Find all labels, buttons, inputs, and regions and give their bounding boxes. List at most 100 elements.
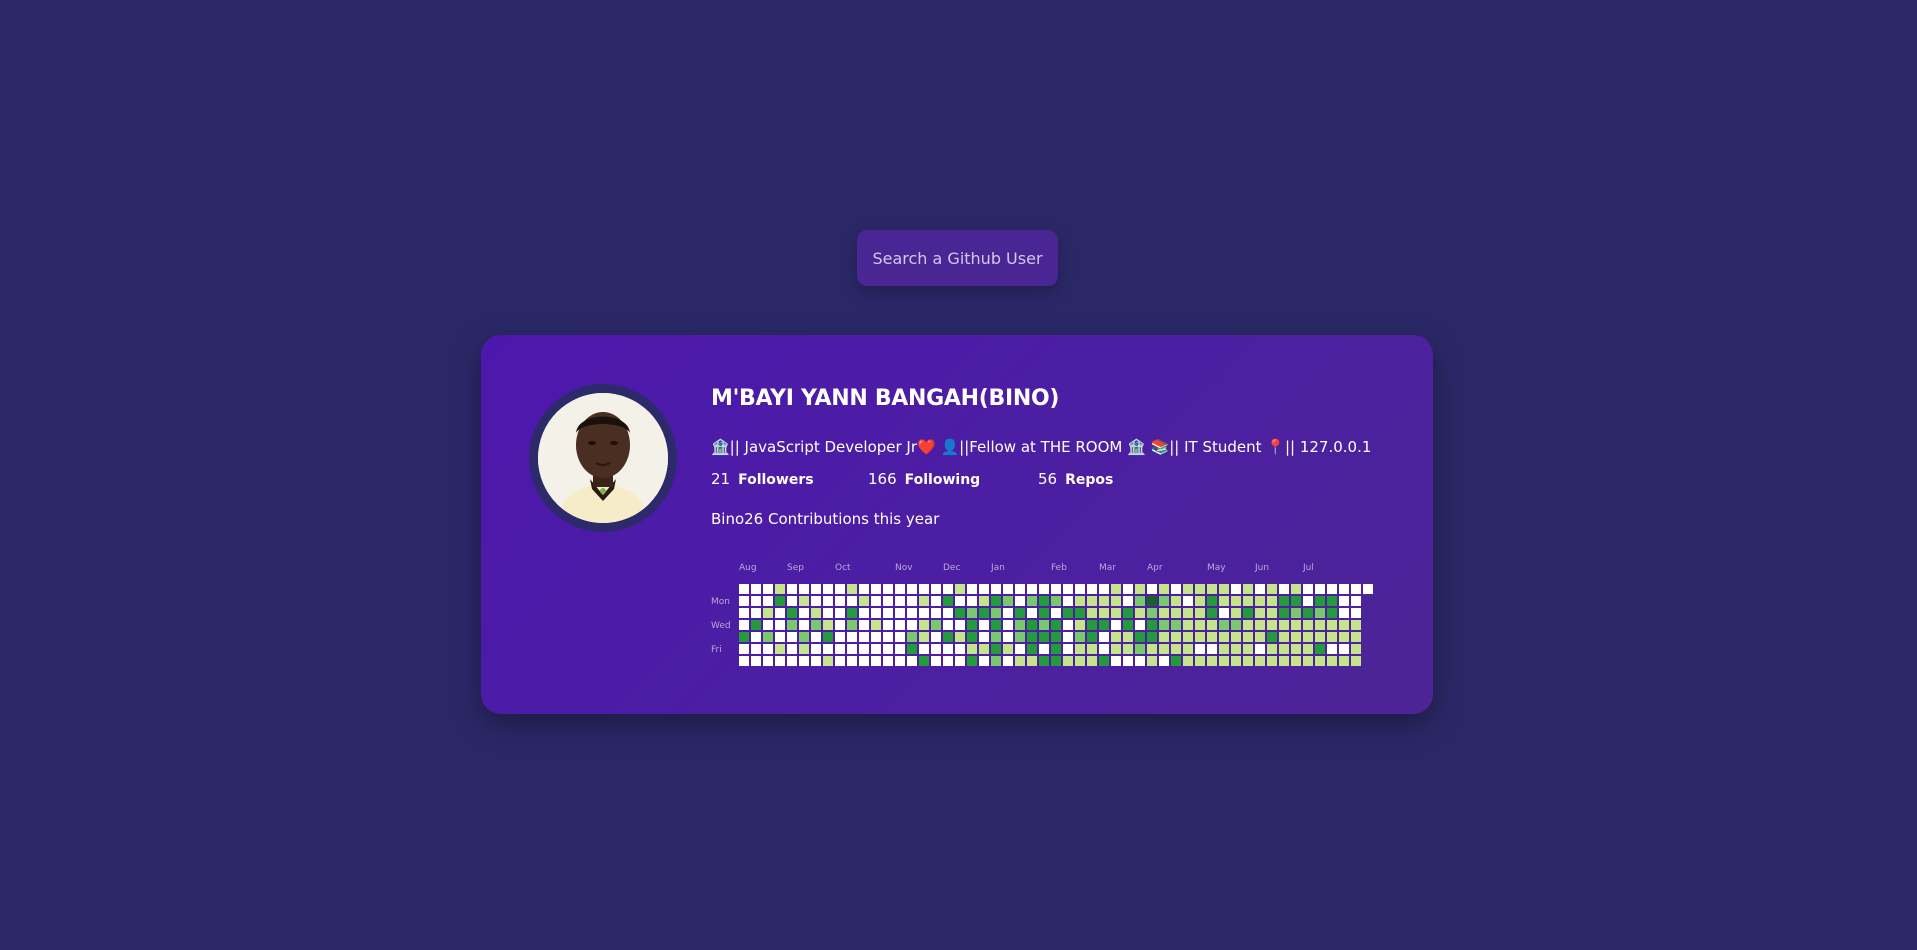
contribution-day-cell[interactable] [1327,608,1337,618]
contribution-day-cell[interactable] [799,608,809,618]
contribution-day-cell[interactable] [1195,584,1205,594]
contribution-day-cell[interactable] [943,656,953,666]
contribution-day-cell[interactable] [991,584,1001,594]
contribution-day-cell[interactable] [871,596,881,606]
contribution-day-cell[interactable] [1303,596,1313,606]
contribution-day-cell[interactable] [1147,584,1157,594]
contribution-day-cell[interactable] [1051,644,1061,654]
contribution-day-cell[interactable] [739,584,749,594]
contribution-day-cell[interactable] [1147,644,1157,654]
contribution-day-cell[interactable] [1267,632,1277,642]
contribution-day-cell[interactable] [1027,644,1037,654]
contribution-day-cell[interactable] [1327,632,1337,642]
contribution-day-cell[interactable] [859,656,869,666]
contribution-day-cell[interactable] [883,584,893,594]
contribution-day-cell[interactable] [1315,596,1325,606]
contribution-day-cell[interactable] [895,620,905,630]
contribution-day-cell[interactable] [1303,620,1313,630]
contribution-day-cell[interactable] [1171,644,1181,654]
contribution-day-cell[interactable] [1243,620,1253,630]
contribution-day-cell[interactable] [835,644,845,654]
contribution-day-cell[interactable] [1027,656,1037,666]
contribution-day-cell[interactable] [1339,608,1349,618]
contribution-day-cell[interactable] [1123,620,1133,630]
contribution-day-cell[interactable] [871,656,881,666]
contribution-day-cell[interactable] [1315,584,1325,594]
contribution-day-cell[interactable] [1159,608,1169,618]
contribution-day-cell[interactable] [1231,632,1241,642]
contribution-day-cell[interactable] [1075,644,1085,654]
contribution-day-cell[interactable] [847,620,857,630]
contribution-day-cell[interactable] [979,620,989,630]
contribution-day-cell[interactable] [1111,584,1121,594]
contribution-day-cell[interactable] [1279,584,1289,594]
contribution-day-cell[interactable] [955,656,965,666]
contribution-day-cell[interactable] [787,596,797,606]
contribution-day-cell[interactable] [1351,656,1361,666]
contribution-day-cell[interactable] [1075,608,1085,618]
contribution-day-cell[interactable] [1147,596,1157,606]
contribution-day-cell[interactable] [919,632,929,642]
contribution-day-cell[interactable] [967,596,977,606]
contribution-day-cell[interactable] [1195,632,1205,642]
contribution-day-cell[interactable] [967,620,977,630]
contribution-day-cell[interactable] [775,656,785,666]
contribution-day-cell[interactable] [799,644,809,654]
contribution-day-cell[interactable] [847,656,857,666]
contribution-day-cell[interactable] [1123,632,1133,642]
contribution-day-cell[interactable] [871,620,881,630]
contribution-day-cell[interactable] [979,644,989,654]
contribution-day-cell[interactable] [1291,644,1301,654]
contribution-day-cell[interactable] [751,608,761,618]
contribution-day-cell[interactable] [1183,644,1193,654]
contribution-day-cell[interactable] [1147,608,1157,618]
contribution-day-cell[interactable] [739,644,749,654]
contribution-day-cell[interactable] [799,584,809,594]
contribution-day-cell[interactable] [1327,620,1337,630]
contribution-day-cell[interactable] [943,644,953,654]
contribution-day-cell[interactable] [907,584,917,594]
contribution-day-cell[interactable] [1147,632,1157,642]
contribution-day-cell[interactable] [1015,620,1025,630]
contribution-day-cell[interactable] [1111,656,1121,666]
contribution-day-cell[interactable] [1183,608,1193,618]
contribution-day-cell[interactable] [1291,632,1301,642]
contribution-day-cell[interactable] [859,644,869,654]
contribution-day-cell[interactable] [1327,596,1337,606]
contribution-day-cell[interactable] [1003,584,1013,594]
contribution-day-cell[interactable] [967,656,977,666]
contribution-day-cell[interactable] [811,584,821,594]
contribution-day-cell[interactable] [1183,632,1193,642]
contribution-day-cell[interactable] [1315,656,1325,666]
contribution-day-cell[interactable] [907,608,917,618]
contribution-day-cell[interactable] [1063,644,1073,654]
contribution-day-cell[interactable] [1219,632,1229,642]
contribution-day-cell[interactable] [979,656,989,666]
contribution-day-cell[interactable] [1207,608,1217,618]
contribution-day-cell[interactable] [1087,596,1097,606]
contribution-day-cell[interactable] [1171,632,1181,642]
contribution-day-cell[interactable] [823,656,833,666]
contribution-day-cell[interactable] [1279,608,1289,618]
contribution-day-cell[interactable] [1243,632,1253,642]
contribution-day-cell[interactable] [1339,584,1349,594]
contribution-day-cell[interactable] [979,584,989,594]
contribution-day-cell[interactable] [1123,584,1133,594]
contribution-day-cell[interactable] [1195,620,1205,630]
contribution-day-cell[interactable] [1075,620,1085,630]
contribution-day-cell[interactable] [1135,620,1145,630]
contribution-day-cell[interactable] [967,584,977,594]
contribution-day-cell[interactable] [907,596,917,606]
contribution-day-cell[interactable] [991,620,1001,630]
contribution-day-cell[interactable] [943,632,953,642]
contribution-day-cell[interactable] [907,620,917,630]
contribution-day-cell[interactable] [1303,656,1313,666]
contribution-day-cell[interactable] [751,632,761,642]
contribution-day-cell[interactable] [739,632,749,642]
contribution-day-cell[interactable] [859,608,869,618]
contribution-day-cell[interactable] [799,596,809,606]
contribution-day-cell[interactable] [1159,584,1169,594]
contribution-day-cell[interactable] [847,608,857,618]
contribution-day-cell[interactable] [1171,620,1181,630]
contribution-day-cell[interactable] [871,608,881,618]
